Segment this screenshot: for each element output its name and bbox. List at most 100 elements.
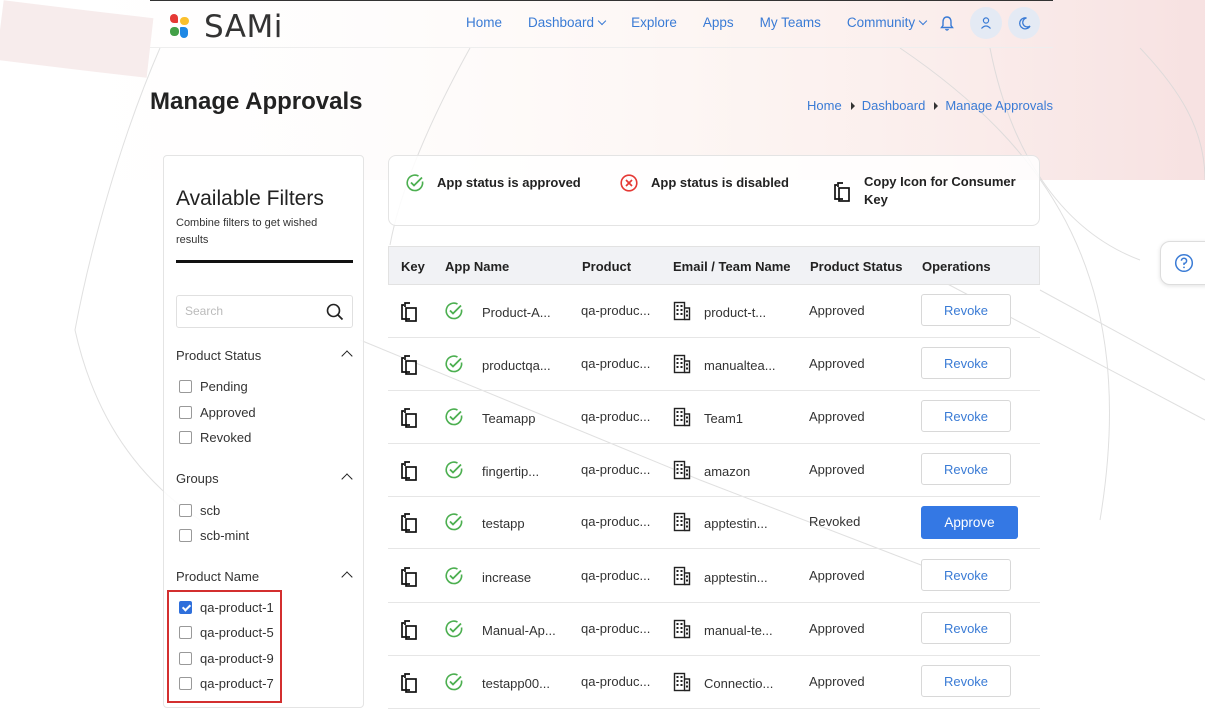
filter-option-qa-product-5[interactable]: qa-product-5 (179, 625, 274, 640)
chevron-up-icon[interactable] (341, 571, 353, 583)
filter-option-approved[interactable]: Approved (179, 405, 256, 420)
brand-name: SAMi (204, 9, 283, 45)
nav-home[interactable]: Home (466, 15, 502, 30)
check-circle-icon (444, 672, 464, 695)
legend-copy: Copy Icon for Consumer Key (832, 173, 1017, 209)
help-button[interactable] (1160, 241, 1205, 285)
checkbox[interactable] (179, 406, 192, 419)
table-row: Product-A... qa-produc... product-t... Appr… (388, 285, 1040, 338)
revoke-button[interactable]: Revoke (921, 665, 1011, 697)
checkbox[interactable] (179, 652, 192, 665)
revoke-button[interactable]: Revoke (921, 559, 1011, 591)
product-status: Approved (809, 462, 865, 477)
caret-right-icon (850, 101, 855, 110)
table-row: Manual-Ap... qa-produc... manual-te... Appr… (388, 603, 1040, 656)
filter-option-qa-product-1[interactable]: qa-product-1 (179, 600, 274, 615)
filter-option-scb-mint[interactable]: scb-mint (179, 528, 249, 543)
logo-mark-icon (168, 13, 194, 41)
building-icon (673, 672, 691, 695)
checkbox[interactable] (179, 529, 192, 542)
top-navbar: SAMi Home Dashboard Explore Apps My Team… (150, 0, 1053, 48)
breadcrumb-dashboard[interactable]: Dashboard (862, 98, 926, 113)
app-name: fingertip... (482, 464, 540, 479)
app-name: productqa... (482, 358, 551, 373)
app-name: testapp00... (482, 676, 550, 691)
copy-icon[interactable] (399, 619, 419, 643)
checkbox[interactable] (179, 626, 192, 639)
page-title: Manage Approvals (150, 88, 363, 115)
section-product-name[interactable]: Product Name (176, 569, 353, 584)
filter-option-revoked[interactable]: Revoked (179, 430, 251, 445)
filter-option-scb[interactable]: scb (179, 503, 220, 518)
copy-icon[interactable] (399, 407, 419, 431)
checkbox[interactable] (179, 677, 192, 690)
product-status: Approved (809, 303, 865, 318)
nav-my-teams[interactable]: My Teams (760, 15, 821, 30)
product-status: Approved (809, 568, 865, 583)
product-name: qa-produc... (581, 621, 651, 636)
revoke-button[interactable]: Revoke (921, 294, 1011, 326)
column-key: Key (401, 259, 425, 274)
check-circle-icon (444, 301, 464, 324)
product-name: qa-produc... (581, 462, 651, 477)
team-name: manual-te... (704, 623, 773, 638)
building-icon (673, 460, 691, 483)
x-circle-icon (619, 173, 639, 196)
nav-dashboard[interactable]: Dashboard (528, 15, 607, 30)
filter-option-qa-product-9[interactable]: qa-product-9 (179, 651, 274, 666)
product-name: qa-produc... (581, 356, 651, 371)
section-product-status[interactable]: Product Status (176, 348, 353, 363)
checkbox-checked[interactable] (179, 601, 192, 614)
breadcrumb-current[interactable]: Manage Approvals (945, 98, 1053, 113)
building-icon (673, 301, 691, 324)
copy-icon[interactable] (399, 512, 419, 536)
user-icon[interactable] (970, 7, 1002, 39)
filter-search (176, 295, 353, 328)
check-circle-icon (444, 354, 464, 377)
team-name: amazon (704, 464, 751, 479)
moon-icon[interactable] (1008, 7, 1040, 39)
copy-icon[interactable] (399, 566, 419, 590)
section-groups[interactable]: Groups (176, 471, 353, 486)
filter-search-input[interactable] (185, 304, 315, 318)
copy-icon[interactable] (399, 672, 419, 696)
chevron-up-icon[interactable] (341, 350, 353, 362)
team-name: Connectio... (704, 676, 774, 691)
filter-option-qa-product-7[interactable]: qa-product-7 (179, 676, 274, 691)
copy-icon[interactable] (399, 301, 419, 325)
column-product-status: Product Status (810, 259, 903, 274)
search-icon[interactable] (326, 303, 344, 326)
brand-logo[interactable]: SAMi (168, 9, 283, 45)
team-name: apptestin... (704, 516, 768, 531)
nav-explore[interactable]: Explore (631, 15, 677, 30)
nav-community[interactable]: Community (847, 15, 928, 30)
checkbox[interactable] (179, 504, 192, 517)
checkbox[interactable] (179, 380, 192, 393)
nav-apps[interactable]: Apps (703, 15, 734, 30)
revoke-button[interactable]: Revoke (921, 453, 1011, 485)
product-status: Approved (809, 409, 865, 424)
filters-title: Available Filters (176, 187, 324, 210)
bell-icon[interactable] (930, 6, 964, 40)
copy-icon[interactable] (399, 354, 419, 378)
breadcrumb-home[interactable]: Home (807, 98, 842, 113)
revoke-button[interactable]: Revoke (921, 400, 1011, 432)
chevron-down-icon (918, 16, 928, 26)
checkbox[interactable] (179, 431, 192, 444)
table-row: Teamapp qa-produc... Team1 Approved Revoke (388, 391, 1040, 444)
app-name: Manual-Ap... (482, 623, 556, 638)
column-product: Product (582, 259, 632, 274)
table-row: increase qa-produc... apptestin... Approved… (388, 550, 1040, 603)
copy-icon[interactable] (399, 460, 419, 484)
check-circle-icon (444, 566, 464, 589)
app-name: Product-A... (482, 305, 551, 320)
table-row: productqa... qa-produc... manualtea... Appr… (388, 338, 1040, 391)
chevron-down-icon (597, 16, 607, 26)
filter-option-pending[interactable]: Pending (179, 379, 248, 394)
chevron-up-icon[interactable] (341, 473, 353, 485)
product-name: qa-produc... (581, 303, 651, 318)
revoke-button[interactable]: Revoke (921, 347, 1011, 379)
approve-button[interactable]: Approve (921, 506, 1018, 539)
column-email-team: Email / Team Name (673, 259, 791, 274)
revoke-button[interactable]: Revoke (921, 612, 1011, 644)
